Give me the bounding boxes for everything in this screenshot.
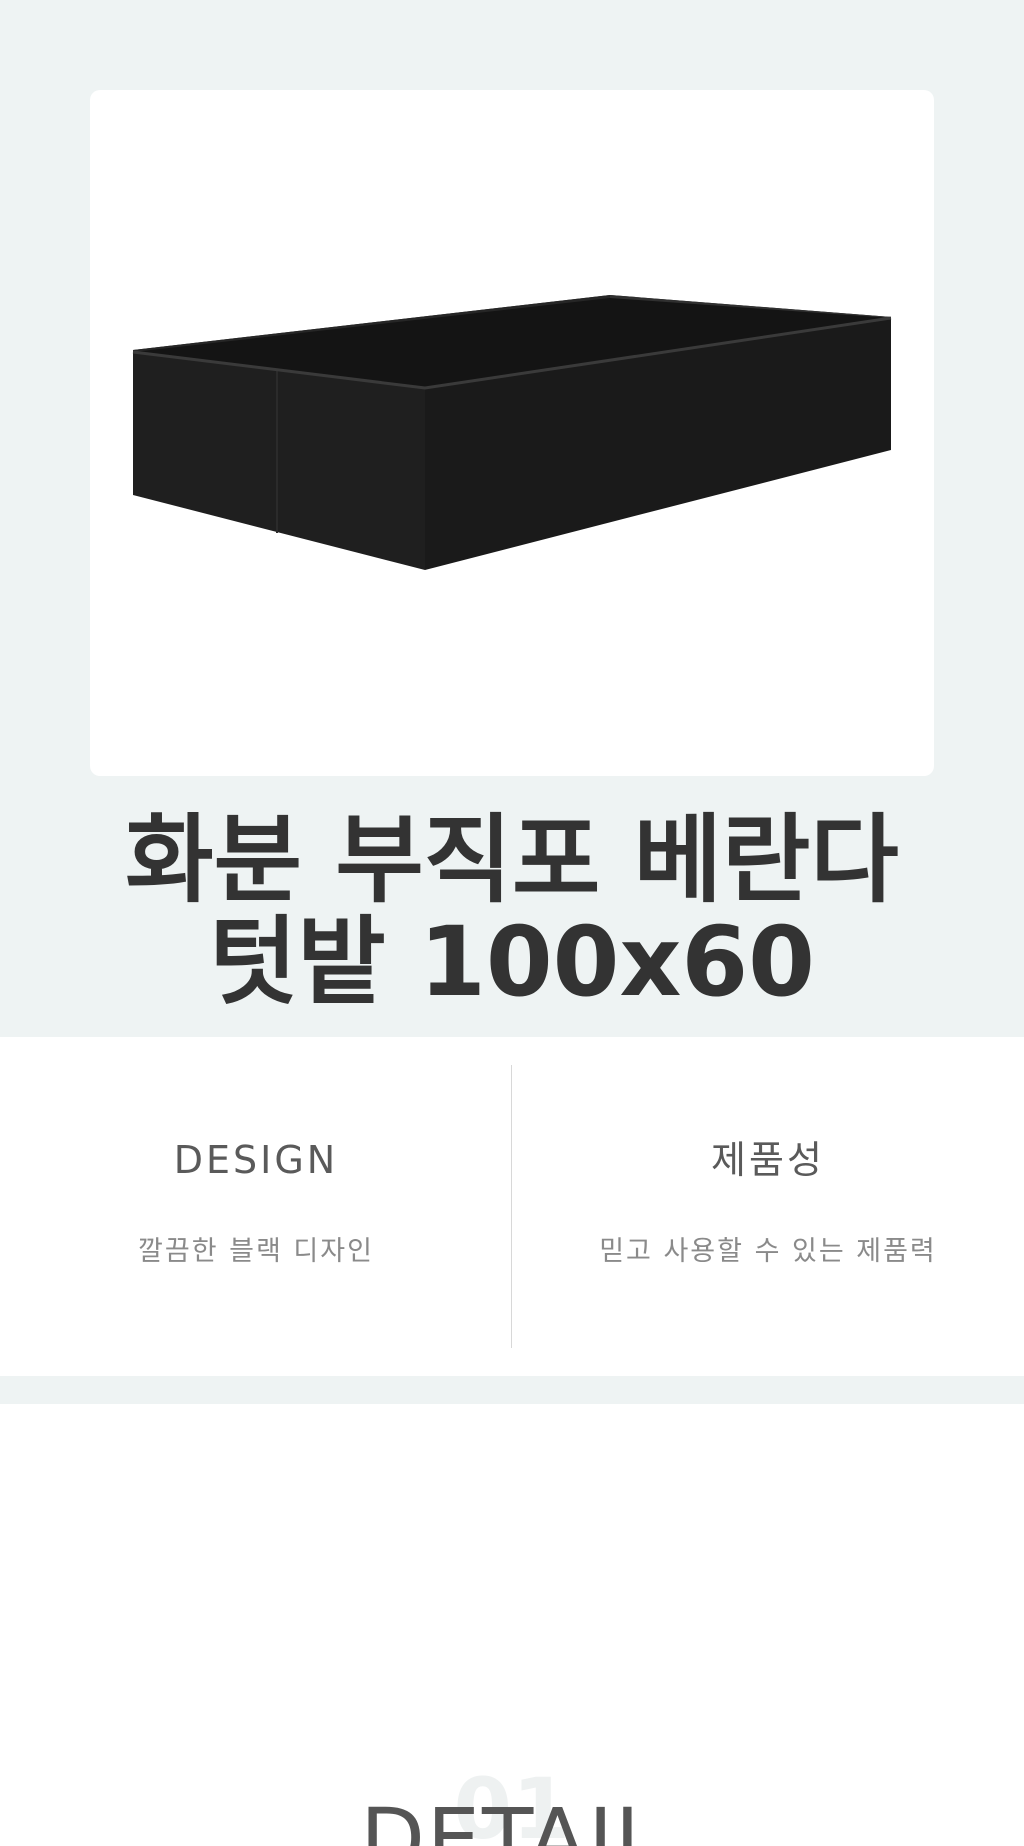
feature-section: DESIGN 깔끔한 블랙 디자인 제품성 믿고 사용할 수 있는 제품력 — [0, 1037, 1024, 1376]
feature-heading: DESIGN — [173, 1138, 339, 1182]
feature-description: 믿고 사용할 수 있는 제품력 — [599, 1236, 937, 1267]
detail-heading: DETAIL — [360, 1790, 664, 1846]
grow-bed-left-wall — [133, 352, 425, 570]
feature-quality: 제품성 믿고 사용할 수 있는 제품력 — [512, 1037, 1024, 1376]
product-title-line-2: 텃밭 100x60 — [209, 906, 815, 1018]
feature-description: 깔끔한 블랙 디자인 — [138, 1236, 374, 1267]
fabric-grow-bed-image — [132, 295, 892, 570]
hero-section: 화분 부직포 베란다 텃밭 100x60 — [0, 0, 1024, 1037]
product-title-line-1: 화분 부직포 베란다 — [125, 804, 899, 916]
section-divider-band — [0, 1376, 1024, 1404]
detail-section: 01 DETAIL — [0, 1404, 1024, 1846]
product-image-card — [90, 90, 934, 776]
feature-design: DESIGN 깔끔한 블랙 디자인 — [0, 1037, 512, 1376]
feature-heading: 제품성 — [711, 1138, 825, 1182]
